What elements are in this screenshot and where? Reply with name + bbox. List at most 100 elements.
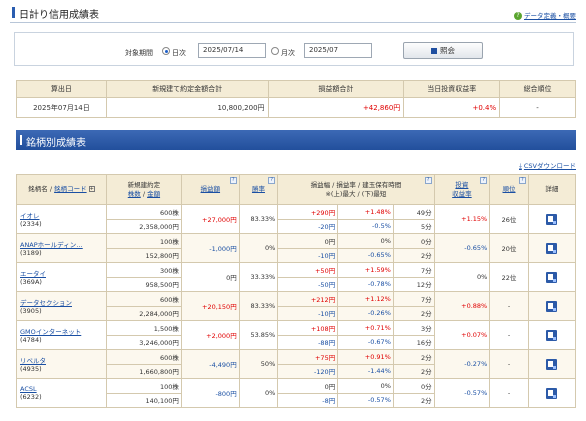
data-definition-link[interactable]: ? データ定義・概要 xyxy=(514,10,576,20)
max-rate-cell: 0% xyxy=(337,233,394,249)
csv-download-link[interactable]: ⤓ CSVダウンロード xyxy=(519,160,576,171)
stock-results-table: 銘柄名 / 銘柄コード + 新規建約定 株数 / 金額 損益額 ? 勝率 ? 損… xyxy=(16,174,577,408)
pl-cell: +2,000円 xyxy=(180,320,240,350)
min-pl-cell: -50円 xyxy=(277,276,339,292)
display-button-label: 照会 xyxy=(440,46,455,55)
stock-name-cell: ANAPホールディン… (3189) xyxy=(16,233,107,263)
sort-by-roi-link[interactable]: 投資 収益率 xyxy=(452,181,472,198)
table-row: リベルタ (4935) 600株 -4,490円 50% +75円 +0.91% 2分 -0.2… xyxy=(16,349,577,379)
win-rate-cell: 33.33% xyxy=(238,262,279,292)
min-time-cell: 16分 xyxy=(392,334,435,350)
stock-name-cell: データセクション (3905) xyxy=(16,291,107,321)
roi-help-icon[interactable]: ? xyxy=(480,177,488,184)
sort-by-rank-link[interactable]: 順位 xyxy=(503,185,516,193)
sort-icon[interactable]: + xyxy=(88,186,95,192)
detail-icon[interactable] xyxy=(546,242,558,254)
pl-cell: +27,000円 xyxy=(180,204,240,234)
daily-radio[interactable] xyxy=(162,47,170,55)
summary-pl: +42,860円 xyxy=(267,97,405,118)
header-range: 損益幅 / 損益率 / 建玉保有時間 ※(上)最大 / (下)最短 ? xyxy=(277,174,435,205)
daily-radio-label: 日次 xyxy=(172,49,186,57)
stock-name-cell: ACSL (6232) xyxy=(16,378,107,408)
stock-name-link[interactable]: ANAPホールディン… xyxy=(20,241,83,249)
summary-header-row: 算出日 新規建て約定金額合計 損益額合計 当日投資収益率 総合順位 xyxy=(16,80,576,98)
max-pl-cell: +75円 xyxy=(277,349,339,365)
summary-header-rank: 総合順位 xyxy=(499,80,576,98)
max-pl-cell: 0円 xyxy=(277,233,339,249)
stock-name-link[interactable]: エータイ xyxy=(20,270,46,278)
detail-icon[interactable] xyxy=(546,300,558,312)
sort-by-pl-link[interactable]: 損益額 xyxy=(201,185,221,193)
detail-icon[interactable] xyxy=(546,358,558,370)
pl-cell: -4,490円 xyxy=(180,349,240,379)
win-rate-help-icon[interactable]: ? xyxy=(268,177,276,184)
min-time-cell: 2分 xyxy=(392,363,435,379)
table-row: ACSL (6232) 100株 -800円 0% 0円 0% 0分 -0.57% - xyxy=(16,378,577,408)
shares-cell: 600株 xyxy=(105,204,182,220)
max-time-cell: 49分 xyxy=(392,204,435,220)
summary-header-pl: 損益額合計 xyxy=(267,80,405,98)
data-definition-label: データ定義・概要 xyxy=(524,12,576,20)
min-time-cell: 5分 xyxy=(392,218,435,234)
stock-name-link[interactable]: ACSL xyxy=(20,385,37,393)
sort-by-amount-link[interactable]: 金額 xyxy=(147,190,160,198)
min-rate-cell: -0.67% xyxy=(337,334,394,350)
range-help-icon[interactable]: ? xyxy=(424,177,432,184)
detail-cell xyxy=(527,291,577,321)
min-rate-cell: -0.65% xyxy=(337,247,394,263)
summary-roi: +0.4% xyxy=(403,97,501,118)
win-rate-cell: 0% xyxy=(238,378,279,408)
sort-by-win-rate-link[interactable]: 勝率 xyxy=(252,185,265,193)
min-pl-cell: -10円 xyxy=(277,305,339,321)
detail-icon[interactable] xyxy=(546,329,558,341)
amount-cell: 2,358,000円 xyxy=(105,218,182,234)
period-search-panel: 対象期間 日次 2025/07/14 月次 2025/07 照会 xyxy=(14,32,574,66)
stock-name-link[interactable]: データセクション xyxy=(20,299,72,307)
shares-cell: 300株 xyxy=(105,262,182,278)
summary-header-amount: 新規建て約定金額合計 xyxy=(105,80,269,98)
monthly-date-input[interactable]: 2025/07 xyxy=(304,43,372,58)
detail-icon[interactable] xyxy=(546,387,558,399)
min-pl-cell: -120円 xyxy=(277,363,339,379)
display-button-icon xyxy=(431,47,437,54)
win-rate-cell: 50% xyxy=(238,349,279,379)
amount-cell: 140,100円 xyxy=(105,392,182,408)
sort-by-code-link[interactable]: 銘柄コード xyxy=(54,185,87,193)
help-icon: ? xyxy=(514,12,522,20)
header-win-rate: 勝率 ? xyxy=(238,174,279,205)
detail-icon[interactable] xyxy=(546,271,558,283)
stock-code: (369A) xyxy=(20,278,42,286)
stock-name-link[interactable]: イオレ xyxy=(20,212,40,220)
stock-name-link[interactable]: GMOインターネット xyxy=(20,328,81,336)
pl-help-icon[interactable]: ? xyxy=(229,177,237,184)
sort-by-shares-link[interactable]: 株数 xyxy=(128,190,141,198)
stock-code: (4935) xyxy=(20,365,42,373)
header-new-amount: 新規建約定 株数 / 金額 xyxy=(105,174,182,205)
rank-cell: - xyxy=(489,291,529,321)
amount-cell: 1,660,800円 xyxy=(105,363,182,379)
detail-cell xyxy=(527,262,577,292)
win-rate-cell: 83.33% xyxy=(238,291,279,321)
rank-help-icon[interactable]: ? xyxy=(518,177,526,184)
display-button[interactable]: 照会 xyxy=(403,42,483,59)
table-row: データセクション (3905) 600株 +20,150円 83.33% +212円 +1.… xyxy=(16,291,577,321)
rank-cell: 22位 xyxy=(489,262,529,292)
stock-code: (2334) xyxy=(20,220,42,228)
monthly-radio[interactable] xyxy=(271,47,279,55)
pl-cell: -800円 xyxy=(180,378,240,408)
header-detail: 詳細 xyxy=(527,174,577,205)
header-range-label: 損益幅 / 損益率 / 建玉保有時間 xyxy=(310,180,402,189)
max-pl-cell: 0円 xyxy=(277,378,339,394)
daily-date-input[interactable]: 2025/07/14 xyxy=(198,43,266,58)
header-rank: 順位 ? xyxy=(489,174,529,205)
stock-code: (4784) xyxy=(20,336,42,344)
max-rate-cell: +0.71% xyxy=(337,320,394,336)
section-accent xyxy=(20,135,22,145)
roi-cell: +1.15% xyxy=(433,204,491,234)
page-header: 日計り信用成績表 ? データ定義・概要 xyxy=(0,0,586,24)
max-time-cell: 0分 xyxy=(392,233,435,249)
pl-cell: -1,000円 xyxy=(180,233,240,263)
stock-name-link[interactable]: リベルタ xyxy=(20,357,46,365)
detail-icon[interactable] xyxy=(546,213,558,225)
detail-cell xyxy=(527,204,577,234)
